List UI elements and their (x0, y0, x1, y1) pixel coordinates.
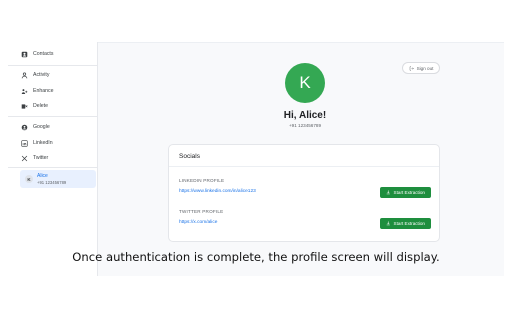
sidebar-item-google[interactable]: Google (8, 120, 92, 134)
current-user-card[interactable]: K Alice +91 123456789 (20, 170, 96, 188)
profile-phone: +91 123456789 (288, 123, 322, 128)
start-extraction-label: Start Extraction (393, 190, 425, 195)
twitter-profile-link[interactable]: https://x.com/alice (179, 220, 217, 225)
socials-card: Socials LINKEDIN PROFILE https://www.lin… (168, 144, 440, 242)
sidebar-item-enhance[interactable]: Enhance (8, 84, 92, 98)
sidebar-divider (8, 167, 98, 168)
sidebar-item-label: Delete (33, 103, 48, 109)
sidebar-item-contacts[interactable]: Contacts (8, 47, 92, 61)
sidebar-item-label: LinkedIn (33, 140, 53, 146)
sidebar-item-activity[interactable]: Activity (8, 68, 92, 82)
sidebar-item-label: Google (33, 124, 50, 130)
twitter-profile-label: TWITTER PROFILE (179, 209, 224, 214)
delete-icon (19, 101, 29, 111)
sign-out-icon (409, 66, 414, 70)
sidebar-item-label: Contacts (33, 51, 54, 57)
linkedin-profile-link[interactable]: https://www.linkedin.com/in/alice123 (179, 189, 256, 194)
enhance-icon (19, 86, 29, 96)
activity-icon (19, 70, 29, 80)
profile-greeting: Hi, Alice! (283, 110, 327, 121)
sidebar-item-label: Twitter (33, 155, 49, 161)
sidebar-divider (8, 116, 98, 117)
start-extraction-label: Start Extraction (393, 221, 425, 226)
user-phone: +91 123456789 (37, 180, 67, 185)
sidebar-item-label: Enhance (33, 88, 54, 94)
sidebar-divider (8, 65, 98, 66)
contacts-icon (19, 49, 29, 59)
profile-avatar: K (285, 63, 325, 103)
caption-text: Once authentication is complete, the pro… (72, 250, 440, 264)
sidebar-item-delete[interactable]: Delete (8, 99, 92, 113)
download-icon (386, 190, 390, 195)
linkedin-icon (19, 138, 29, 148)
sidebar-item-linkedin[interactable]: LinkedIn (8, 136, 92, 150)
sidebar-item-label: Activity (33, 72, 50, 78)
sign-out-label: Sign out (416, 65, 434, 71)
avatar: K (25, 175, 33, 183)
sidebar-item-twitter[interactable]: Twitter (8, 151, 92, 165)
download-icon (386, 221, 390, 226)
x-twitter-icon (19, 153, 29, 163)
card-divider (169, 166, 439, 167)
linkedin-start-extraction-button[interactable]: Start Extraction (380, 187, 431, 198)
google-icon (19, 122, 29, 132)
twitter-start-extraction-button[interactable]: Start Extraction (380, 218, 431, 229)
user-name: Alice (37, 173, 48, 179)
linkedin-profile-label: LINKEDIN PROFILE (179, 178, 225, 183)
socials-title: Socials (179, 153, 200, 160)
sign-out-button[interactable]: Sign out (402, 62, 440, 74)
